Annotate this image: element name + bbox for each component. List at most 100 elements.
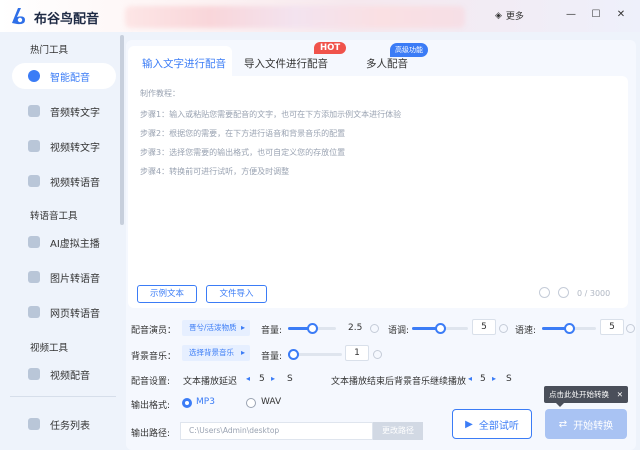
sidebar-section-hot: 热门工具 <box>30 45 69 56</box>
format-label: 输出格式: <box>131 401 171 411</box>
tone-slider-knob[interactable] <box>435 323 446 334</box>
start-convert-label: 开始转换 <box>573 420 614 432</box>
path-label: 输出路径: <box>131 429 171 439</box>
config-label: 配音设置: <box>131 377 171 387</box>
app-logo-icon <box>12 8 25 25</box>
sidebar-item-web-to-audio[interactable]: 网页转语音 <box>12 299 116 325</box>
tone-label: 语调: <box>388 326 410 336</box>
video-dub-icon <box>28 368 40 380</box>
tab-multi-dubbing[interactable]: 多人配音 <box>366 56 408 71</box>
wav-radio[interactable] <box>246 398 256 408</box>
mp3-radio[interactable] <box>182 398 192 408</box>
delay-unit: S <box>287 374 293 384</box>
tooltip-close-icon[interactable]: ✕ <box>617 386 623 403</box>
sidebar-item-video-to-audio[interactable]: 视频转语音 <box>12 168 116 194</box>
sidebar-item-smart-dubbing[interactable]: 智能配音 <box>12 63 116 89</box>
after-value: 5 <box>480 374 486 384</box>
title-banner <box>125 6 465 28</box>
speed-slider[interactable] <box>542 323 596 334</box>
volume-slider-knob[interactable] <box>307 323 318 334</box>
sidebar-item-label: 智能配音 <box>50 72 90 84</box>
sidebar-item-audio-to-text[interactable]: 音频转文字 <box>12 98 116 124</box>
undo-icon[interactable] <box>558 287 569 298</box>
sidebar-item-ai-anchor[interactable]: AI虚拟主播 <box>12 229 116 255</box>
sidebar-item-label: 视频转语音 <box>50 177 100 189</box>
preview-all-button[interactable]: ▶ 全部试听 <box>452 409 532 439</box>
convert-tooltip: 点击此处开始转换 ✕ <box>544 386 628 407</box>
speed-reset-icon[interactable] <box>626 324 635 333</box>
sidebar-item-label: 视频转文字 <box>50 142 100 154</box>
sidebar-item-video-to-text[interactable]: 视频转文字 <box>12 133 116 159</box>
volume-label: 音量: <box>261 326 283 336</box>
tone-reset-icon[interactable] <box>499 324 508 333</box>
preview-all-label: 全部试听 <box>478 420 519 432</box>
volume-reset-icon[interactable] <box>370 324 379 333</box>
tone-slider[interactable] <box>412 323 468 334</box>
minimize-icon[interactable]: — <box>564 8 578 22</box>
voice-label: 配音演员： <box>131 326 177 336</box>
sidebar-item-image-to-audio[interactable]: 图片转语音 <box>12 264 116 290</box>
more-label: 更多 <box>505 12 524 22</box>
start-convert-button[interactable]: ⇄ 开始转换 <box>545 409 627 439</box>
guide-step-2: 步骤2：根据您的需要，在下方进行语音和背景音乐的配置 <box>140 129 346 138</box>
sidebar-item-label: 视频配音 <box>50 370 90 382</box>
mic-icon <box>28 70 40 82</box>
sidebar-divider <box>10 396 116 397</box>
more-button[interactable]: ◈ 更多 <box>495 9 524 23</box>
voice-select[interactable]: 晋兮/活泼物质 <box>182 320 250 336</box>
sidebar-scrollbar[interactable] <box>120 35 124 225</box>
tab-file-dubbing[interactable]: 导入文件进行配音 <box>244 56 328 71</box>
video-audio-icon <box>28 175 40 187</box>
after-label: 文本播放结束后背景音乐继续播放 <box>331 377 467 387</box>
app-title: 布谷鸟配音 <box>34 12 100 27</box>
speed-value[interactable]: 5 <box>600 319 624 335</box>
import-file-button[interactable]: 文件导入 <box>206 285 267 303</box>
task-list-icon <box>28 418 40 430</box>
tone-value[interactable]: 5 <box>472 319 496 335</box>
bgm-volume-slider[interactable] <box>288 349 342 360</box>
speed-label: 语速: <box>515 326 537 336</box>
close-icon[interactable]: ✕ <box>614 8 628 22</box>
bgm-label: 背景音乐： <box>131 352 177 362</box>
bgm-volume-label: 音量: <box>261 352 283 362</box>
guide-title: 制作教程： <box>140 89 180 98</box>
mp3-label: MP3 <box>196 397 215 407</box>
volume-value: 2.5 <box>348 323 363 333</box>
delay-increase-icon[interactable]: ▸ <box>271 374 275 383</box>
char-count: 0 / 3000 <box>577 289 611 298</box>
convert-icon: ⇄ <box>558 418 568 430</box>
guide-step-3: 步骤3：选择您需要的输出格式，也可自定义您的存放位置 <box>140 148 346 157</box>
bgm-volume-reset-icon[interactable] <box>373 350 382 359</box>
sidebar-item-video-dubbing[interactable]: 视频配音 <box>12 361 116 387</box>
tab-text-dubbing[interactable]: 输入文字进行配音 <box>142 56 226 71</box>
guide-step-4: 步骤4：转换前可进行试听，方便及时调整 <box>140 167 290 176</box>
sidebar-section-speech: 转语音工具 <box>30 211 78 222</box>
sidebar-item-label: AI虚拟主播 <box>50 238 100 250</box>
after-unit: S <box>506 374 512 384</box>
delay-value: 5 <box>259 374 265 384</box>
after-increase-icon[interactable]: ▸ <box>492 374 496 383</box>
hot-badge: HOT <box>314 42 347 54</box>
sidebar-section-video: 视频工具 <box>30 343 69 354</box>
after-decrease-icon[interactable]: ◂ <box>468 374 472 383</box>
volume-slider[interactable] <box>288 323 336 334</box>
cube-icon: ◈ <box>495 10 502 21</box>
bgm-select[interactable]: 选择背景音乐 <box>182 345 250 361</box>
tooltip-text: 点击此处开始转换 <box>549 390 609 399</box>
speed-slider-knob[interactable] <box>564 323 575 334</box>
ai-anchor-icon <box>28 236 40 248</box>
delay-label: 文本播放延迟 <box>183 377 238 387</box>
delay-decrease-icon[interactable]: ◂ <box>246 374 250 383</box>
output-path-input[interactable]: C:\Users\Admin\desktop <box>180 422 373 440</box>
bgm-volume-value[interactable]: 1 <box>345 345 369 361</box>
image-audio-icon <box>28 271 40 283</box>
audio-text-icon <box>28 105 40 117</box>
sidebar-item-label: 网页转语音 <box>50 308 100 320</box>
sample-text-button[interactable]: 示例文本 <box>137 285 197 303</box>
maximize-icon[interactable]: ☐ <box>589 8 603 22</box>
change-path-button[interactable]: 更改路径 <box>373 422 423 440</box>
sidebar-item-label: 音频转文字 <box>50 107 100 119</box>
sidebar-item-task-list[interactable]: 任务列表 <box>12 411 116 437</box>
play-icon: ▶ <box>465 418 473 430</box>
clear-icon[interactable] <box>539 287 550 298</box>
